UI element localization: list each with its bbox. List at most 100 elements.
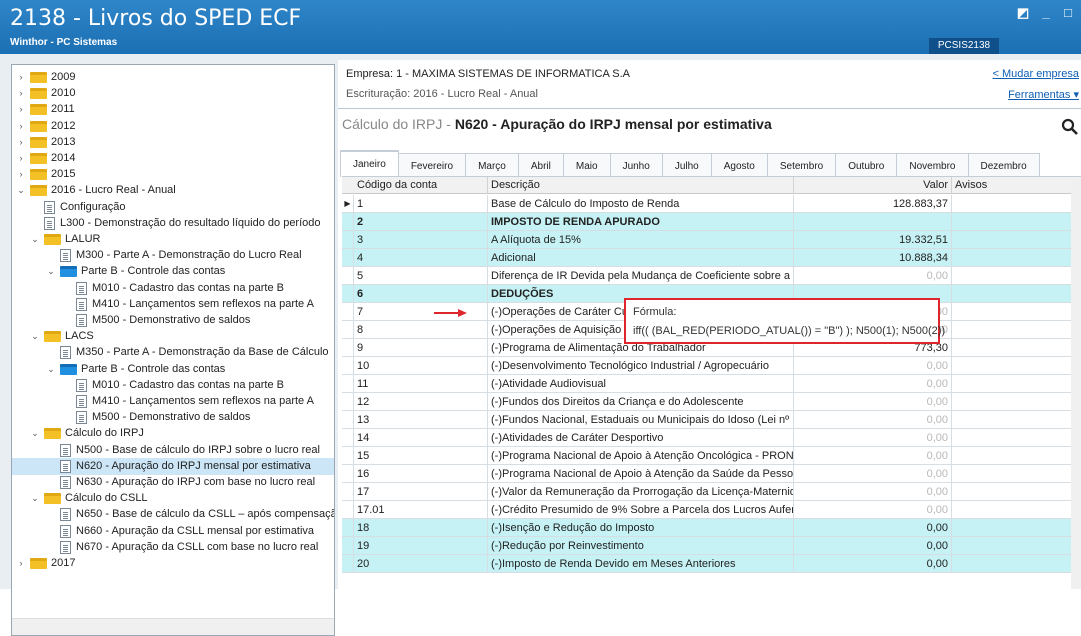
tree-node[interactable]: › 2011 <box>12 101 334 118</box>
table-row[interactable]: 15 (-)Programa Nacional de Apoio à Atençã… <box>342 447 1072 465</box>
row-selector[interactable] <box>342 285 354 303</box>
table-row[interactable]: 4 Adicional 10.888,34 <box>342 249 1072 267</box>
description-cell[interactable]: (-)Fundos dos Direitos da Criança e do A… <box>488 393 794 411</box>
value-cell[interactable]: 10.888,34 <box>794 249 952 267</box>
row-selector[interactable] <box>342 393 354 411</box>
tree-node[interactable]: N500 - Base de cálculo do IRPJ sobre o l… <box>12 442 334 459</box>
column-header[interactable]: Código da conta <box>354 177 488 194</box>
account-code-cell[interactable]: 16 <box>354 465 488 483</box>
warnings-cell[interactable] <box>952 303 1072 321</box>
description-cell[interactable]: (-)Valor da Remuneração da Prorrogação d… <box>488 483 794 501</box>
value-cell[interactable]: 0,00 <box>794 267 952 285</box>
account-code-cell[interactable]: 10 <box>354 357 488 375</box>
row-selector[interactable] <box>342 303 354 321</box>
account-code-cell[interactable]: 17 <box>354 483 488 501</box>
tree-node[interactable]: ⌄ 2016 - Lucro Real - Anual <box>12 182 334 199</box>
change-company-link[interactable]: < Mudar empresa <box>992 68 1079 80</box>
row-selector[interactable] <box>342 213 354 231</box>
row-selector[interactable] <box>342 375 354 393</box>
account-code-cell[interactable]: 20 <box>354 555 488 573</box>
tree-node[interactable]: ⌄ LACS <box>12 328 334 345</box>
account-code-cell[interactable]: 15 <box>354 447 488 465</box>
expand-icon[interactable]: › <box>16 101 26 118</box>
row-selector[interactable] <box>342 501 354 519</box>
tab-junho[interactable]: Junho <box>610 153 663 177</box>
value-cell[interactable]: 0,00 <box>794 447 952 465</box>
row-selector[interactable]: ▶ <box>342 195 354 213</box>
description-cell[interactable]: (-)Programa Nacional de Apoio à Atenção … <box>488 447 794 465</box>
row-selector[interactable] <box>342 249 354 267</box>
tab-dezembro[interactable]: Dezembro <box>968 153 1040 177</box>
value-cell[interactable]: 0,00 <box>794 555 952 573</box>
warnings-cell[interactable] <box>952 537 1072 555</box>
value-cell[interactable]: 0,00 <box>794 465 952 483</box>
warnings-cell[interactable] <box>952 411 1072 429</box>
description-cell[interactable]: (-)Atividade Audiovisual <box>488 375 794 393</box>
row-selector[interactable] <box>342 429 354 447</box>
row-selector[interactable] <box>342 537 354 555</box>
tree-node[interactable]: › 2017 <box>12 555 334 572</box>
table-row[interactable]: 3A Alíquota de 15% 19.332,51 <box>342 231 1072 249</box>
warnings-cell[interactable] <box>952 231 1072 249</box>
collapse-icon[interactable]: ⌄ <box>16 182 26 199</box>
tree-node[interactable]: › 2015 <box>12 166 334 183</box>
warnings-cell[interactable] <box>952 555 1072 573</box>
value-cell[interactable]: 0,00 <box>794 411 952 429</box>
tree-node[interactable]: M500 - Demonstrativo de saldos <box>12 312 334 329</box>
tree-node[interactable]: ⌄ Parte B - Controle das contas <box>12 361 334 378</box>
warnings-cell[interactable] <box>952 213 1072 231</box>
tab-maio[interactable]: Maio <box>563 153 611 177</box>
row-selector[interactable] <box>342 465 354 483</box>
table-row[interactable]: 11 (-)Atividade Audiovisual 0,00 <box>342 375 1072 393</box>
tree-node[interactable]: ⌄ Cálculo do CSLL <box>12 490 334 507</box>
tree-node[interactable]: M300 - Parte A - Demonstração do Lucro R… <box>12 247 334 264</box>
table-row[interactable]: 20 (-)Imposto de Renda Devido em Meses An… <box>342 555 1072 573</box>
grid-vertical-scrollbar[interactable] <box>1071 177 1081 589</box>
table-row[interactable]: 13 (-)Fundos Nacional, Estaduais ou Munic… <box>342 411 1072 429</box>
account-code-cell[interactable]: 19 <box>354 537 488 555</box>
table-row[interactable]: 16 (-)Programa Nacional de Apoio à Atençã… <box>342 465 1072 483</box>
row-selector[interactable] <box>342 411 354 429</box>
tab-julho[interactable]: Julho <box>662 153 712 177</box>
row-selector[interactable] <box>342 555 354 573</box>
description-cell[interactable]: (-)Programa Nacional de Apoio à Atenção … <box>488 465 794 483</box>
description-cell[interactable]: IMPOSTO DE RENDA APURADO <box>488 213 794 231</box>
description-cell[interactable]: (-)Atividades de Caráter Desportivo <box>488 429 794 447</box>
account-code-cell[interactable]: 9 <box>354 339 488 357</box>
table-row[interactable]: 17.01 (-)Crédito Presumido de 9% Sobre a … <box>342 501 1072 519</box>
tree-node[interactable]: L300 - Demonstração do resultado líquido… <box>12 215 334 232</box>
table-row[interactable]: 5 Diferença de IR Devida pela Mudança de … <box>342 267 1072 285</box>
search-icon[interactable] <box>1061 118 1079 136</box>
tree-node[interactable]: N650 - Base de cálculo da CSLL – após co… <box>12 506 334 523</box>
value-cell[interactable]: 0,00 <box>794 375 952 393</box>
account-code-cell[interactable]: 17.01 <box>354 501 488 519</box>
tree-node[interactable]: N630 - Apuração do IRPJ com base no lucr… <box>12 474 334 491</box>
tab-janeiro[interactable]: Janeiro <box>340 150 399 177</box>
tree-node[interactable]: Configuração <box>12 199 334 216</box>
warnings-cell[interactable] <box>952 375 1072 393</box>
warnings-cell[interactable] <box>952 447 1072 465</box>
description-cell[interactable]: Adicional <box>488 249 794 267</box>
table-row[interactable]: 18 (-)Isenção e Redução do Imposto 0,00 <box>342 519 1072 537</box>
tree-node[interactable]: › 2010 <box>12 85 334 102</box>
tree-node[interactable]: › 2013 <box>12 134 334 151</box>
tree-node[interactable]: ⌄ LALUR <box>12 231 334 248</box>
value-cell[interactable]: 0,00 <box>794 483 952 501</box>
description-cell[interactable]: A Alíquota de 15% <box>488 231 794 249</box>
expand-icon[interactable]: › <box>16 150 26 167</box>
tab-outubro[interactable]: Outubro <box>836 153 898 177</box>
tab-novembro[interactable]: Novembro <box>897 153 969 177</box>
account-code-cell[interactable]: 6 <box>354 285 488 303</box>
tree-node[interactable]: M410 - Lançamentos sem reflexos na parte… <box>12 393 334 410</box>
warnings-cell[interactable] <box>952 249 1072 267</box>
table-row[interactable]: 17 (-)Valor da Remuneração da Prorrogação… <box>342 483 1072 501</box>
account-code-cell[interactable]: 2 <box>354 213 488 231</box>
account-code-cell[interactable]: 18 <box>354 519 488 537</box>
description-cell[interactable]: Base de Cálculo do Imposto de Renda <box>488 195 794 213</box>
row-selector[interactable] <box>342 447 354 465</box>
expand-icon[interactable]: › <box>16 134 26 151</box>
restore-button[interactable]: ◩ <box>1013 4 1033 22</box>
column-header[interactable]: Valor <box>794 177 952 194</box>
row-selector[interactable] <box>342 267 354 285</box>
tree-node[interactable]: M500 - Demonstrativo de saldos <box>12 409 334 426</box>
